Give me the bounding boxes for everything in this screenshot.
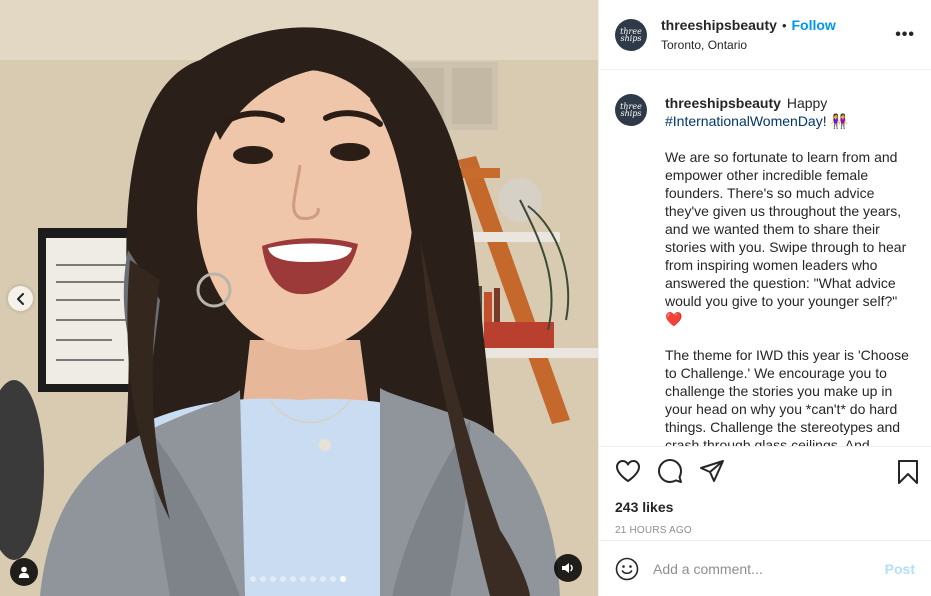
comment-input[interactable] [653,560,885,577]
speaker-icon [562,563,573,573]
more-icon: ••• [895,26,915,43]
caption-hashtag[interactable]: #InternationalWomenDay [665,113,823,129]
comment-icon [658,459,682,483]
caption-paragraph: We are so fortunate to learn from and em… [665,148,915,328]
bookmark-icon [898,460,918,484]
heart-icon [616,460,640,482]
post-header: three ships threeshipsbeauty • Follow To… [599,0,931,70]
caption-first-line: threeshipsbeauty Happy #InternationalWom… [665,94,915,130]
carousel-dot [270,576,276,582]
carousel-indicator [250,576,346,582]
more-options-button[interactable]: ••• [895,26,915,44]
comment-bar: Post [599,540,931,596]
save-button[interactable] [897,459,919,490]
post-caption: threeshipsbeauty Happy #InternationalWom… [665,94,915,446]
post-actions: 243 likes 21 HOURS AGO [599,446,931,540]
heart-emoji: ❤️ [665,311,683,327]
audio-toggle-button[interactable] [554,554,582,582]
video-frame-woman-speaking [0,0,598,596]
caption-greeting-suffix: ! 👭 [822,113,848,129]
avatar-logo-text: three ships [620,102,642,118]
author-info: threeshipsbeauty • Follow Toronto, Ontar… [661,17,836,52]
caption-paragraph: The theme for IWD this year is 'Choose t… [665,347,909,446]
like-button[interactable] [615,459,641,483]
chevron-left-icon [16,292,24,305]
like-count[interactable]: 243 likes [615,499,915,515]
post-comment-button[interactable]: Post [885,561,915,577]
caption-greeting: Happy [786,95,828,111]
avatar[interactable]: three ships [615,18,647,51]
share-button[interactable] [699,459,725,483]
tagged-users-button[interactable] [10,558,38,586]
carousel-dot [310,576,316,582]
author-username[interactable]: threeshipsbeauty [661,17,777,33]
instagram-post: three ships threeshipsbeauty • Follow To… [0,0,931,596]
emoji-icon [615,557,639,580]
carousel-dot [260,576,266,582]
follow-button[interactable]: Follow [792,17,836,33]
carousel-dot [340,576,346,582]
post-timestamp[interactable]: 21 HOURS AGO [615,525,915,536]
carousel-dot [280,576,286,582]
previous-slide-button[interactable] [8,286,33,311]
caption-username[interactable]: threeshipsbeauty [665,95,781,111]
carousel-dot [320,576,326,582]
caption-paragraph-text: We are so fortunate to learn from and em… [665,149,907,309]
carousel-dot [330,576,336,582]
comment-button[interactable] [657,458,683,484]
user-tag-icon [18,566,30,578]
share-icon [700,460,724,482]
dot-separator: • [781,17,787,33]
post-location[interactable]: Toronto, Ontario [661,38,836,52]
carousel-dot [300,576,306,582]
action-icons [615,457,918,485]
post-side-panel: three ships threeshipsbeauty • Follow To… [598,0,931,596]
carousel-dot [290,576,296,582]
caption-avatar[interactable]: three ships [615,94,647,126]
caption-section: three ships threeshipsbeauty Happy #Inte… [599,70,931,446]
author-row: threeshipsbeauty • Follow [661,17,836,33]
carousel-dot [250,576,256,582]
post-media-video[interactable] [0,0,598,596]
avatar-logo-text: three ships [620,26,642,43]
emoji-picker-button[interactable] [615,557,639,581]
